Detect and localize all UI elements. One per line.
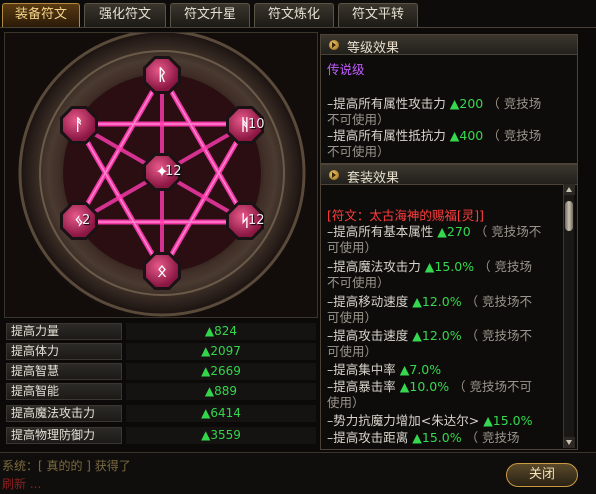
stat-value: ▲889: [126, 383, 316, 400]
effect-note: （ 竞技场: [487, 96, 542, 111]
bottom-bar: 系统：[ 真的的 ] 获得了 刷新 ... 关闭: [0, 452, 596, 494]
rune-slot-center[interactable]: ✦ 12: [143, 153, 182, 191]
level-effect-header[interactable]: 等级效果: [321, 35, 577, 56]
scroll-down-arrow-icon[interactable]: [564, 437, 575, 448]
stat-row: 提高魔法攻击力 ▲6414: [4, 404, 318, 422]
stat-row: 提高物理防御力 ▲3559: [4, 426, 318, 444]
collapse-arrow-icon[interactable]: [329, 170, 339, 180]
effect-value: ▲400: [449, 128, 484, 143]
effect-note: （ 竞技场: [478, 259, 533, 274]
tab-enhance-rune[interactable]: 强化符文: [84, 3, 166, 27]
set-effect-panel: 套装效果 [符文：太古海神的赐福[灵]] –提高所有基本属性 ▲270 （ 竞技…: [320, 164, 578, 450]
close-button[interactable]: 关闭: [506, 463, 578, 487]
effect-value: ▲12.0%: [412, 294, 462, 309]
stat-value: ▲6414: [126, 405, 316, 422]
effect-note: 可使用）: [327, 344, 378, 359]
stat-value: ▲824: [126, 323, 316, 340]
effect-value: ▲7.0%: [399, 362, 442, 377]
effect-note: （ 竞技场: [465, 430, 520, 445]
tab-rune-refine[interactable]: 符文炼化: [254, 3, 334, 27]
effect-note: 不可使用）: [327, 275, 390, 290]
effect-value: ▲10.0%: [399, 379, 450, 394]
chat-line: 刷新 ...: [2, 477, 42, 491]
stat-row: 提高智慧 ▲2669: [4, 362, 318, 380]
level-effect-title: 等级效果: [347, 41, 400, 56]
effect-note: 使用）: [327, 395, 365, 410]
stat-row: 提高力量 ▲824: [4, 322, 318, 340]
stat-label: 提高智能: [6, 383, 122, 400]
stat-value: ▲2097: [126, 343, 316, 360]
set-effect-scrollbar[interactable]: [563, 184, 575, 448]
stat-label: 提高力量: [6, 323, 122, 340]
rune-slot-upper-right[interactable]: ᚻ 10: [226, 106, 265, 144]
rune-icon: ᚨ: [63, 109, 95, 141]
effect-label: –势力抗魔力增加<朱达尔>: [327, 413, 480, 428]
rune-slot-bottom[interactable]: ᛟ: [143, 252, 181, 290]
effect-label: –提高集中率: [327, 362, 396, 377]
effect-note: （ 竞技场不可: [453, 379, 533, 394]
tab-rune-transfer[interactable]: 符文平转: [338, 3, 418, 27]
tab-equip-rune[interactable]: 装备符文: [2, 3, 80, 27]
rune-level: 2: [82, 213, 91, 228]
effect-value: ▲200: [449, 96, 484, 111]
rune-slot-upper-left[interactable]: ᚨ: [60, 106, 98, 144]
stat-value: ▲3559: [126, 427, 316, 444]
effect-value: ▲270: [437, 224, 471, 239]
stat-label: 提高智慧: [6, 363, 122, 380]
rune-level: 12: [165, 164, 182, 179]
collapse-arrow-icon[interactable]: [329, 40, 339, 50]
stat-label: 提高魔法攻击力: [6, 405, 122, 422]
effect-value: ▲15.0%: [424, 259, 475, 274]
effect-value: ▲15.0%: [483, 413, 533, 428]
effect-note: （ 竞技场不: [465, 294, 533, 309]
scroll-thumb[interactable]: [565, 201, 573, 231]
rune-level: 10: [248, 117, 265, 132]
effect-note: 不可使用）: [327, 144, 390, 159]
effect-note: （ 竞技场不: [474, 224, 542, 239]
effect-value: ▲15.0%: [412, 430, 462, 445]
effect-note: 可使用）: [327, 310, 378, 325]
effect-value: ▲12.0%: [412, 328, 462, 343]
set-effect-header[interactable]: 套装效果: [321, 165, 577, 186]
stats-table: 提高力量 ▲824 提高体力 ▲2097 提高智慧 ▲2669 提高智能 ▲88…: [4, 320, 318, 448]
scroll-up-arrow-icon[interactable]: [564, 184, 575, 195]
set-effect-title: 套装效果: [347, 171, 400, 186]
effect-note: （ 竞技场: [487, 128, 542, 143]
effect-note: 可使用）: [327, 240, 378, 255]
rune-icon: ᚱ: [146, 59, 178, 91]
level-effect-panel: 等级效果 传说级 –提高所有属性攻击力 ▲200 （ 竞技场 不可使用） –提高…: [320, 34, 578, 164]
rune-circle-panel: ᚱ ᚻ 10 ✦ 12 ᛋ 12 ᛟ ᛃ 2 ᚨ: [4, 32, 318, 318]
stat-row: 提高体力 ▲2097: [4, 342, 318, 360]
rune-level: 12: [248, 213, 265, 228]
stat-row: 提高智能 ▲889: [4, 382, 318, 400]
rune-slot-lower-left[interactable]: ᛃ 2: [60, 202, 98, 240]
tab-bar: 装备符文 强化符文 符文升星 符文炼化 符文平转: [0, 0, 596, 28]
grade-text: 传说级: [327, 62, 365, 77]
tab-rune-star[interactable]: 符文升星: [170, 3, 250, 27]
rune-slot-top[interactable]: ᚱ: [143, 56, 181, 94]
stat-label: 提高物理防御力: [6, 427, 122, 444]
effect-label: –提高攻击距离: [327, 430, 409, 445]
set-effect-line: –提高攻击距离 ▲15.0% （ 竞技场: [327, 427, 520, 446]
stat-label: 提高体力: [6, 343, 122, 360]
stat-value: ▲2669: [126, 363, 316, 380]
effect-note: （ 竞技场不: [465, 328, 533, 343]
chat-line: 系统：[ 真的的 ] 获得了: [2, 459, 131, 473]
rune-slot-lower-right[interactable]: ᛋ 12: [226, 202, 265, 240]
